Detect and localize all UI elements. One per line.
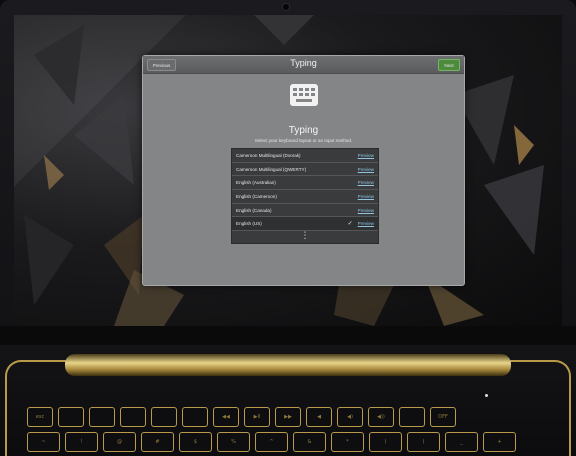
layout-list: Cameroon Multilingual (Dvorak) Preview C… xyxy=(231,148,379,244)
key[interactable]: ◀◀ xyxy=(213,407,239,427)
preview-link[interactable]: Preview xyxy=(358,194,374,199)
layout-name: English (Australian) xyxy=(236,180,276,186)
layout-name: Cameroon Multilingual (QWERTY) xyxy=(236,166,307,172)
dialog-titlebar: Previous Typing Next xyxy=(143,56,464,74)
screen-bottom-bezel xyxy=(0,326,576,345)
key[interactable]: ^ xyxy=(255,432,288,452)
key[interactable]: % xyxy=(217,432,250,452)
preview-link[interactable]: Preview xyxy=(358,208,374,213)
layout-row[interactable]: English (Australian) Preview xyxy=(232,176,378,191)
number-key-row: ~ ! @ # $ % ^ & * ( ) _ + xyxy=(27,432,516,452)
laptop-lid: Previous Typing Next Typing Select your … xyxy=(0,0,576,345)
layout-name: English (Cameroon) xyxy=(236,193,277,199)
layout-name: English (Canada) xyxy=(236,207,272,213)
key[interactable]: $ xyxy=(179,432,212,452)
typing-dialog: Previous Typing Next Typing Select your … xyxy=(142,55,465,286)
key[interactable]: ◀)) xyxy=(368,407,394,427)
key[interactable]: & xyxy=(293,432,326,452)
layout-row[interactable]: Cameroon Multilingual (Dvorak) Preview xyxy=(232,149,378,163)
key[interactable] xyxy=(151,407,177,427)
key[interactable] xyxy=(399,407,425,427)
gold-hinge xyxy=(65,354,511,376)
key[interactable]: ( xyxy=(369,432,402,452)
key[interactable]: @ xyxy=(103,432,136,452)
layout-row[interactable]: English (Cameroon) Preview xyxy=(232,190,378,204)
preview-link[interactable]: Preview xyxy=(358,167,374,172)
layout-row-selected[interactable]: English (US) ✓ Preview xyxy=(232,217,378,232)
key[interactable] xyxy=(89,407,115,427)
next-button[interactable]: Next xyxy=(438,59,460,71)
preview-link[interactable]: Preview xyxy=(358,180,374,185)
dialog-title: Typing xyxy=(290,58,317,68)
preview-link[interactable]: Preview xyxy=(358,153,374,158)
page-subtitle: Select your keyboard layout or an input … xyxy=(254,138,353,143)
camera xyxy=(283,4,289,10)
key[interactable]: ◀ xyxy=(306,407,332,427)
layout-name: English (US) xyxy=(236,221,262,227)
checkmark-icon: ✓ xyxy=(347,221,353,228)
key[interactable]: _ xyxy=(445,432,478,452)
layout-row[interactable]: English (Canada) Preview xyxy=(232,204,378,218)
key-esc[interactable]: esc xyxy=(27,407,53,427)
page-heading: Typing xyxy=(288,125,319,136)
key[interactable]: ! xyxy=(65,432,98,452)
function-key-row: esc ◀◀ ▶II ▶▶ ◀ ◀) ◀)) OFF xyxy=(27,407,456,427)
key[interactable]: ▶II xyxy=(244,407,270,427)
key[interactable]: ) xyxy=(407,432,440,452)
layout-name: Cameroon Multilingual (Dvorak) xyxy=(236,152,301,158)
key[interactable]: ~ xyxy=(27,432,60,452)
keyboard-icon xyxy=(290,84,318,106)
desktop-wallpaper: Previous Typing Next Typing Select your … xyxy=(14,15,562,326)
key-power[interactable]: OFF xyxy=(430,407,456,427)
key[interactable] xyxy=(120,407,146,427)
key[interactable] xyxy=(58,407,84,427)
preview-link[interactable]: Preview xyxy=(358,221,374,226)
key[interactable]: ▶▶ xyxy=(275,407,301,427)
key[interactable]: * xyxy=(331,432,364,452)
key[interactable]: + xyxy=(483,432,516,452)
power-indicator xyxy=(485,394,488,397)
key[interactable] xyxy=(182,407,208,427)
key[interactable]: # xyxy=(141,432,174,452)
key[interactable]: ◀) xyxy=(337,407,363,427)
layout-row[interactable]: Cameroon Multilingual (QWERTY) Preview xyxy=(232,163,378,177)
more-options-icon[interactable]: ⋮ xyxy=(232,232,378,241)
